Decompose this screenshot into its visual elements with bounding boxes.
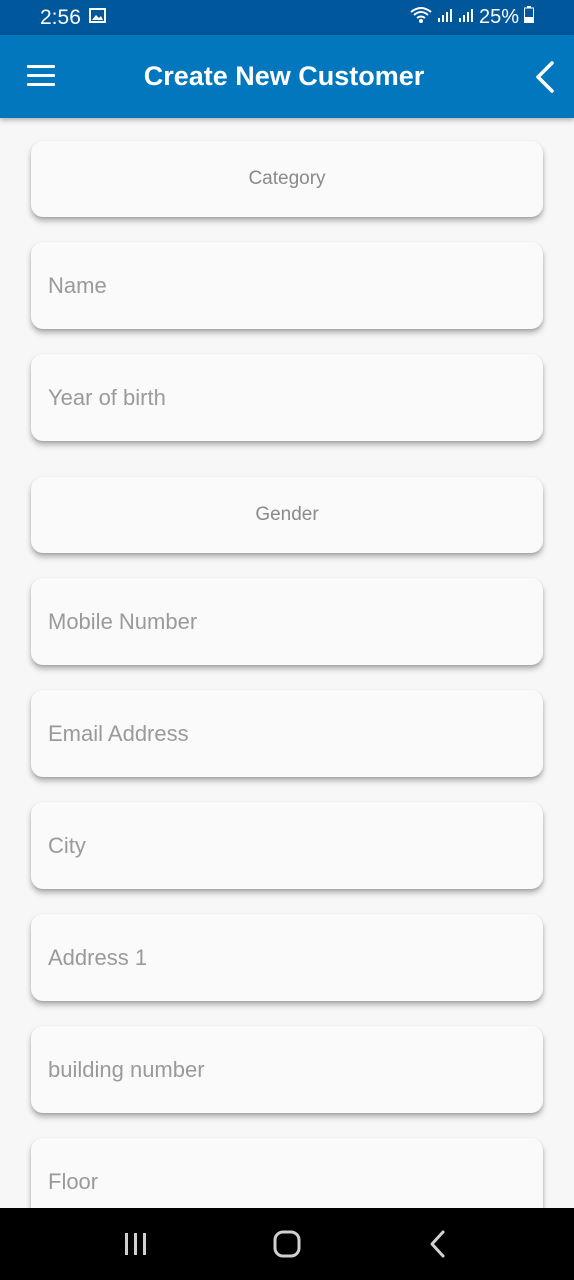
status-right: 25% xyxy=(410,6,534,30)
floor-field-card xyxy=(31,1138,543,1208)
year-of-birth-field-card xyxy=(31,354,543,441)
email-address-field-card xyxy=(31,690,543,777)
back-icon[interactable] xyxy=(408,1214,468,1274)
system-nav-bar xyxy=(0,1208,574,1280)
signal-icon xyxy=(437,6,453,29)
status-time: 2:56 xyxy=(40,5,81,29)
floor-field[interactable] xyxy=(48,1168,543,1195)
year-of-birth-field[interactable] xyxy=(48,384,543,411)
signal-icon xyxy=(458,6,474,29)
name-field-card xyxy=(31,242,543,329)
address-1-field-card xyxy=(31,914,543,1001)
name-field[interactable] xyxy=(48,272,543,299)
home-icon[interactable] xyxy=(257,1214,317,1274)
status-bar: 2:56 25% xyxy=(0,0,574,35)
gender-label: Gender xyxy=(255,504,319,525)
battery-text: 25% xyxy=(478,6,519,28)
gender-dropdown[interactable]: Gender xyxy=(31,477,543,553)
mobile-number-field-card xyxy=(31,578,543,665)
image-icon xyxy=(88,7,106,28)
city-field[interactable] xyxy=(48,832,543,859)
wifi-icon xyxy=(410,6,432,30)
category-label: Category xyxy=(248,168,326,189)
mobile-number-field[interactable] xyxy=(48,608,543,635)
building-number-field-card xyxy=(31,1026,543,1113)
category-dropdown[interactable]: Category xyxy=(31,141,543,217)
city-field-card xyxy=(31,802,543,889)
building-number-field[interactable] xyxy=(48,1056,543,1083)
page-title: Create New Customer xyxy=(143,61,425,91)
address-1-field[interactable] xyxy=(48,944,543,971)
recent-apps-icon[interactable] xyxy=(106,1214,166,1274)
back-arrow-icon[interactable] xyxy=(530,59,560,95)
battery-icon xyxy=(524,6,534,29)
app-bar: Create New Customer xyxy=(0,35,574,118)
form-container: Category Gender xyxy=(0,118,574,1208)
status-left: 2:56 xyxy=(40,6,106,30)
email-address-field[interactable] xyxy=(48,720,543,747)
